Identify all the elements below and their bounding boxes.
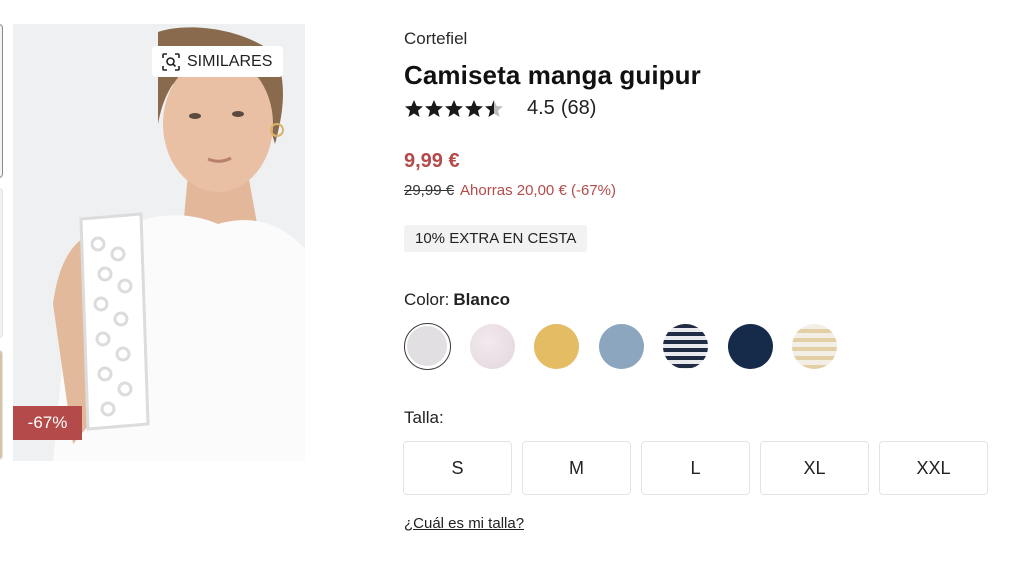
rating-value: 4.5 (527, 97, 555, 119)
color-swatch-beige-stripe[interactable] (791, 323, 838, 370)
size-guide-link[interactable]: ¿Cuál es mi talla? (404, 515, 524, 532)
rating-stars-icon (405, 99, 503, 117)
color-label-text: Color: (404, 290, 450, 309)
thumbnail-1[interactable] (0, 24, 3, 178)
size-button-m[interactable]: M (522, 441, 631, 495)
savings-text: Ahorras 20,00 € (-67%) (460, 182, 616, 199)
product-image[interactable] (13, 24, 305, 461)
size-button-xxl[interactable]: XXL (879, 441, 988, 495)
color-swatch-pink[interactable] (469, 323, 516, 370)
thumbnail-3[interactable] (0, 350, 3, 460)
promo-tag: 10% EXTRA EN CESTA (404, 225, 588, 252)
rating[interactable]: 4.5 (68) (404, 97, 596, 120)
similar-products-label: SIMILARES (187, 52, 273, 70)
selected-color-name: Blanco (453, 290, 511, 309)
size-button-s[interactable]: S (403, 441, 512, 495)
similar-products-button[interactable]: SIMILARES (152, 46, 283, 77)
original-price: 29,99 € (404, 182, 455, 199)
brand-name[interactable]: Cortefiel (404, 29, 467, 49)
visual-search-icon (161, 52, 181, 72)
product-title: Camiseta manga guipur (404, 60, 701, 90)
product-photo (13, 24, 305, 461)
color-swatch-light-blue[interactable] (598, 323, 645, 370)
price-details: 29,99 € Ahorras 20,00 € (-67%) (404, 182, 616, 199)
current-price: 9,99 € (404, 150, 460, 172)
color-swatch-mustard[interactable] (533, 323, 580, 370)
color-label: Color: Blanco (404, 290, 510, 310)
thumbnail-2[interactable] (0, 188, 3, 338)
discount-badge: -67% (13, 406, 82, 440)
size-button-xl[interactable]: XL (760, 441, 869, 495)
size-label: Talla: (404, 408, 444, 427)
size-button-l[interactable]: L (641, 441, 750, 495)
color-swatch-navy-stripe[interactable] (662, 323, 709, 370)
color-swatch-white[interactable] (404, 323, 451, 370)
color-swatch-navy[interactable] (727, 323, 774, 370)
rating-count: (68) (560, 97, 597, 119)
